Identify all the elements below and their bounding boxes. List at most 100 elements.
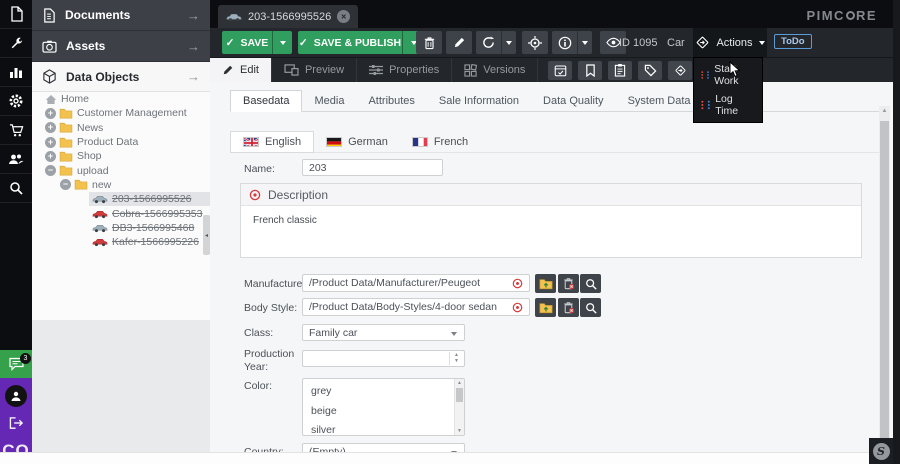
menu-item-start-work[interactable]: Start Work (694, 60, 762, 90)
info-icon (558, 36, 572, 50)
color-option-beige[interactable]: beige (303, 402, 464, 422)
collapse-minus-icon[interactable]: − (60, 179, 71, 190)
color-multiselect[interactable]: grey beige silver ▲ ▼ (302, 378, 465, 436)
expand-plus-icon[interactable]: + (45, 151, 56, 162)
spinner-buttons[interactable]: ▲ ▼ (449, 352, 463, 365)
manufacturer-search-button[interactable] (580, 274, 601, 293)
tree-item-new[interactable]: − new (32, 178, 210, 192)
scrollbar-thumb[interactable] (880, 121, 889, 439)
actions-button[interactable]: Actions (693, 28, 767, 57)
tab-properties[interactable]: Properties (357, 58, 452, 82)
panel-arrow-icon[interactable]: → (187, 8, 200, 23)
scrollbar-thumb[interactable] (456, 388, 463, 402)
name-input[interactable]: 203 (302, 159, 443, 176)
spin-down-icon[interactable]: ▼ (454, 359, 459, 364)
panel-arrow-icon[interactable]: → (187, 69, 200, 84)
cart-icon (9, 123, 24, 138)
object-tab[interactable]: 203-1566995526 ✕ (218, 5, 358, 28)
expand-plus-icon[interactable]: + (45, 108, 56, 119)
expand-plus-icon[interactable]: + (45, 137, 56, 148)
tab-media[interactable]: Media (302, 91, 356, 111)
locate-in-tree-button[interactable] (522, 31, 548, 54)
scroll-up-icon[interactable]: ▲ (879, 106, 890, 116)
search-nav-button[interactable] (0, 174, 32, 203)
country-select[interactable]: (Empty) (302, 443, 465, 452)
class-select[interactable]: Family car (302, 324, 465, 341)
body-style-search-button[interactable] (580, 298, 601, 317)
workflow-button[interactable] (668, 61, 692, 80)
color-option-grey[interactable]: grey (303, 382, 464, 402)
rename-button[interactable] (446, 31, 472, 54)
tree-item-product-data[interactable]: + Product Data (32, 135, 210, 149)
body-style-open-button[interactable] (535, 298, 556, 317)
save-dropdown-button[interactable] (272, 31, 292, 54)
documents-panel-header[interactable]: Documents → (32, 0, 210, 31)
assets-panel-header[interactable]: Assets → (32, 31, 210, 62)
expand-plus-icon[interactable]: + (45, 122, 56, 133)
tree-item-home[interactable]: Home (32, 92, 210, 106)
info-button[interactable] (552, 31, 577, 54)
panel-arrow-icon[interactable]: → (187, 39, 200, 54)
tree-item-news[interactable]: + News (32, 121, 210, 135)
car-red-icon (92, 209, 108, 219)
ecommerce-nav-button[interactable] (0, 116, 32, 145)
tab-data-quality[interactable]: Data Quality (531, 91, 616, 111)
spin-up-icon[interactable]: ▲ (454, 353, 459, 358)
documents-panel-label: Documents (65, 8, 187, 22)
collapse-minus-icon[interactable]: − (45, 165, 56, 176)
color-option-silver[interactable]: silver (303, 421, 464, 436)
chat-button[interactable]: 3 (0, 350, 32, 378)
delete-button[interactable] (416, 31, 442, 54)
description-editor[interactable]: French classic (241, 206, 861, 235)
content-scrollbar[interactable]: ▲ (879, 106, 890, 449)
tools-nav-button[interactable] (0, 29, 32, 58)
reload-button[interactable] (476, 31, 501, 54)
tree-item-db3[interactable]: DB3-1566995468 (32, 221, 210, 235)
avatar[interactable] (5, 385, 27, 407)
tree-item-203[interactable]: 203-1566995526 (32, 192, 210, 206)
tree-item-shop[interactable]: + Shop (32, 149, 210, 163)
lang-tab-english[interactable]: English (230, 131, 314, 153)
close-icon[interactable]: ✕ (337, 10, 350, 23)
debug-toolbar-toggle[interactable]: S (869, 438, 893, 464)
tag-button[interactable] (638, 61, 662, 80)
save-button[interactable]: ✓ SAVE (222, 31, 272, 54)
tab-edit[interactable]: Edit (210, 58, 272, 82)
color-list-scrollbar[interactable]: ▲ ▼ (454, 379, 464, 435)
info-dropdown-button[interactable] (577, 31, 592, 54)
manufacturer-remove-button[interactable] (558, 274, 579, 293)
body-style-input[interactable]: /Product Data/Body-Styles/4-door sedan (302, 298, 530, 316)
notes-events-button[interactable] (608, 61, 632, 80)
manufacturer-open-button[interactable] (535, 274, 556, 293)
panel-collapse-handle[interactable]: ◂ (203, 215, 210, 255)
data-objects-panel-header[interactable]: Data Objects → (32, 62, 210, 92)
settings-nav-button[interactable] (0, 87, 32, 116)
save-publish-button[interactable]: ✓ SAVE & PUBLISH (298, 31, 402, 54)
schedule-button[interactable] (548, 61, 572, 80)
production-year-spinner[interactable]: ▲ ▼ (302, 350, 465, 367)
reports-nav-button[interactable] (0, 58, 32, 87)
tree-item-kafer[interactable]: Kafer-1566995226 (32, 235, 210, 249)
tab-preview[interactable]: Preview (272, 58, 357, 82)
menu-item-log-time[interactable]: Log Time (694, 90, 762, 120)
lang-tab-french[interactable]: French (400, 132, 480, 152)
folder-icon (59, 108, 73, 119)
users-nav-button[interactable] (0, 145, 32, 174)
scroll-up-icon[interactable]: ▲ (455, 379, 464, 387)
tab-basedata[interactable]: Basedata (230, 90, 302, 112)
logout-button[interactable] (9, 416, 24, 435)
documents-nav-button[interactable] (0, 0, 32, 29)
scroll-down-icon[interactable]: ▼ (455, 427, 464, 435)
tab-system-data[interactable]: System Data (616, 91, 703, 111)
manufacturer-input[interactable]: /Product Data/Manufacturer/Peugeot (302, 274, 530, 292)
bookmark-button[interactable] (578, 61, 602, 80)
reload-dropdown-button[interactable] (501, 31, 516, 54)
tree-item-upload[interactable]: − upload (32, 163, 210, 177)
tab-attributes[interactable]: Attributes (356, 91, 426, 111)
tab-versions[interactable]: Versions (452, 58, 538, 82)
tab-sale-information[interactable]: Sale Information (427, 91, 531, 111)
lang-tab-german[interactable]: German (314, 132, 400, 152)
body-style-remove-button[interactable] (558, 298, 579, 317)
tree-item-cobra[interactable]: Cobra-1566995353 (32, 206, 210, 220)
tree-item-customer-management[interactable]: + Customer Management (32, 106, 210, 120)
